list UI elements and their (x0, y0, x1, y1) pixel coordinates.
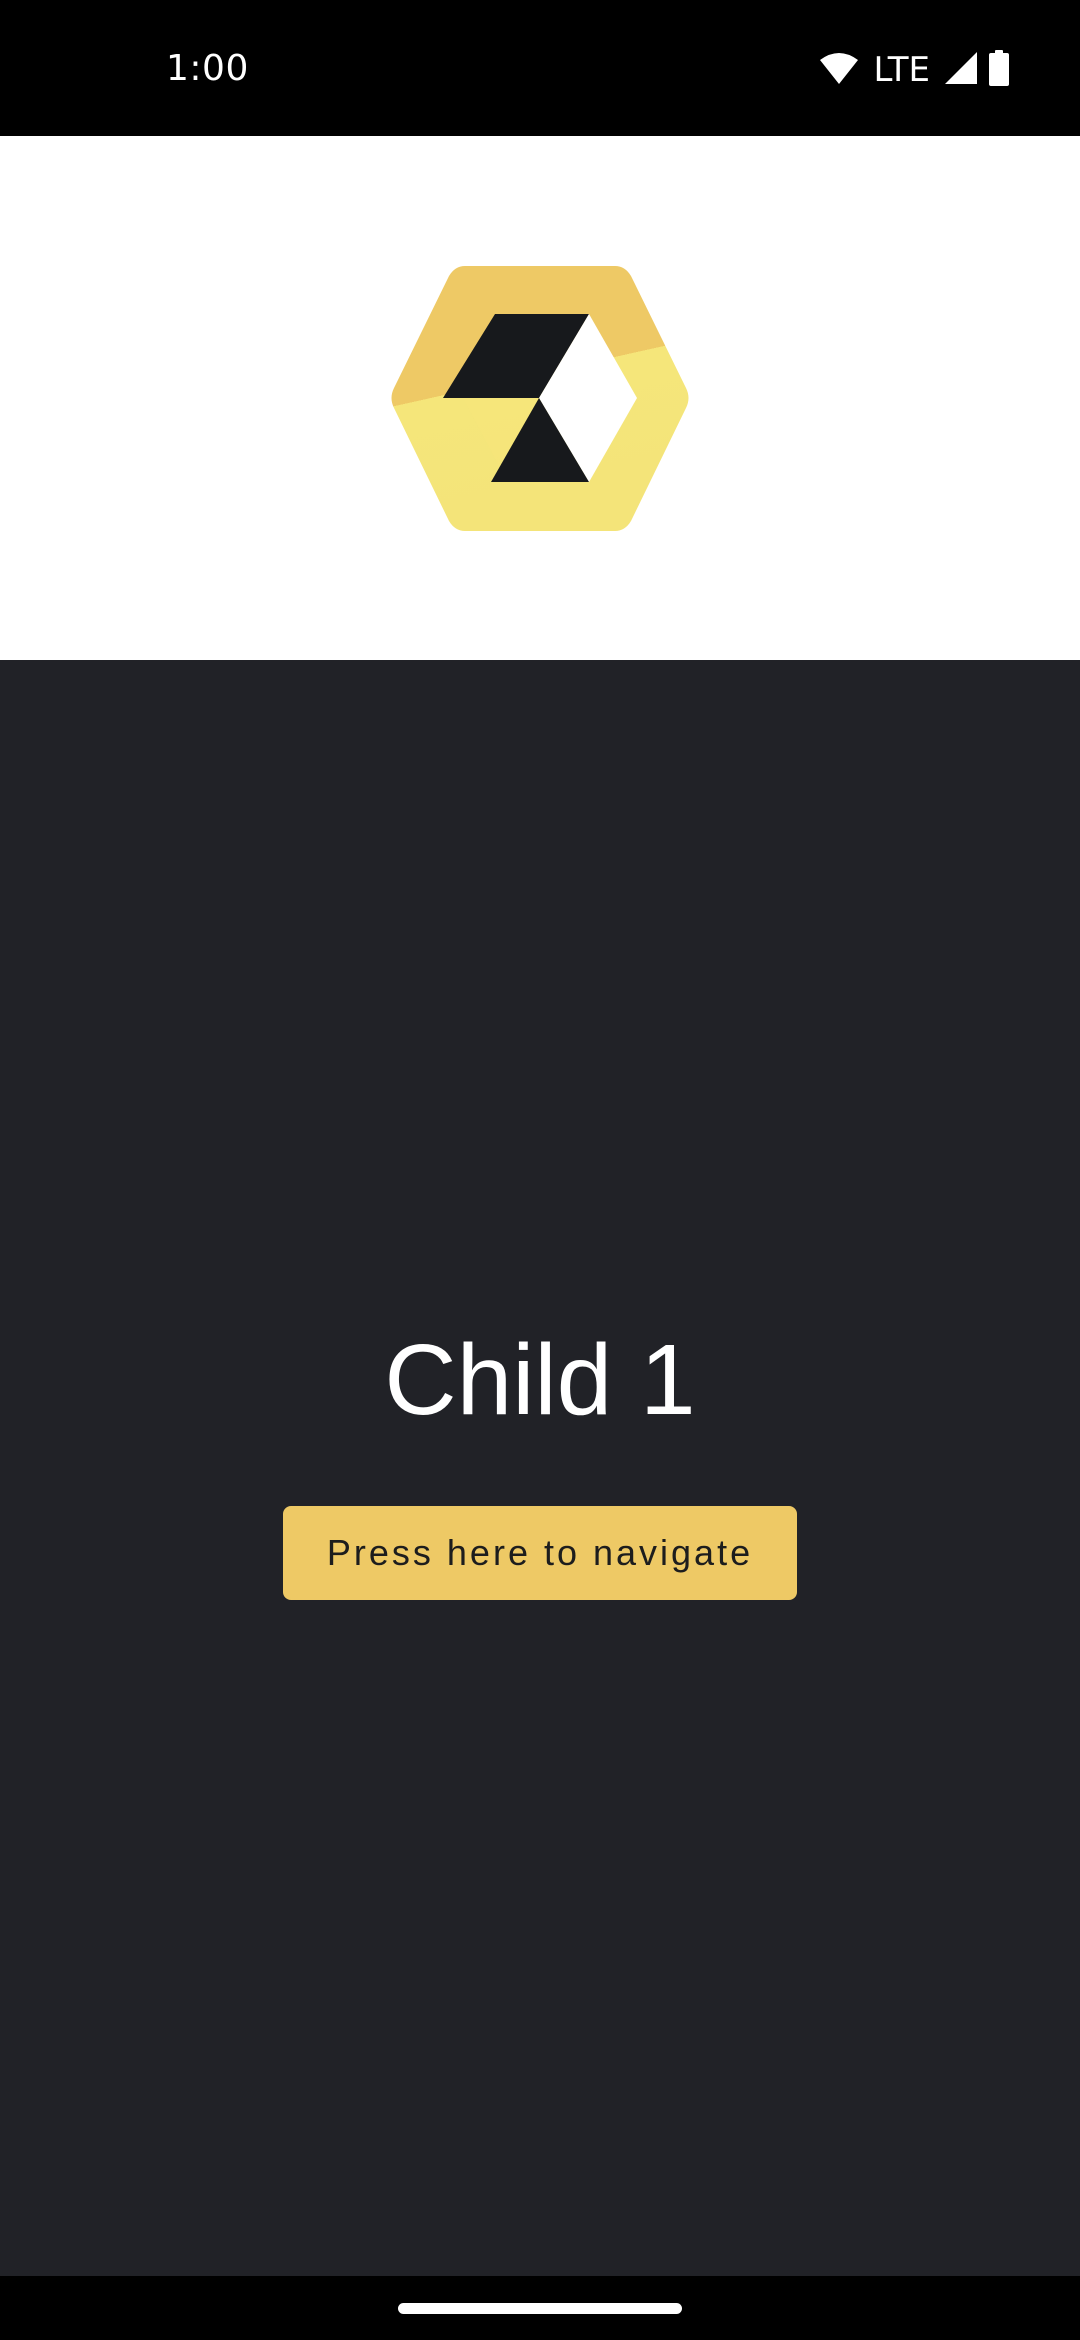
status-bar: 1:00 LTE (0, 0, 1080, 136)
wifi-icon (819, 51, 859, 89)
status-time: 1:00 (166, 48, 249, 89)
signal-icon (944, 51, 978, 89)
app-screen: 1:00 LTE Child 1 Press here to navigate (0, 0, 1080, 2340)
page-title: Child 1 (384, 1324, 696, 1436)
navigate-button[interactable]: Press here to navigate (283, 1506, 797, 1600)
main-content: Child 1 Press here to navigate (0, 660, 1080, 2276)
hexagon-logo (391, 266, 689, 531)
home-gesture-handle[interactable] (398, 2303, 682, 2314)
gesture-bar (0, 2276, 1080, 2340)
status-icons: LTE (819, 50, 1010, 90)
battery-icon (988, 50, 1010, 90)
app-header (0, 136, 1080, 660)
network-type: LTE (873, 50, 930, 90)
